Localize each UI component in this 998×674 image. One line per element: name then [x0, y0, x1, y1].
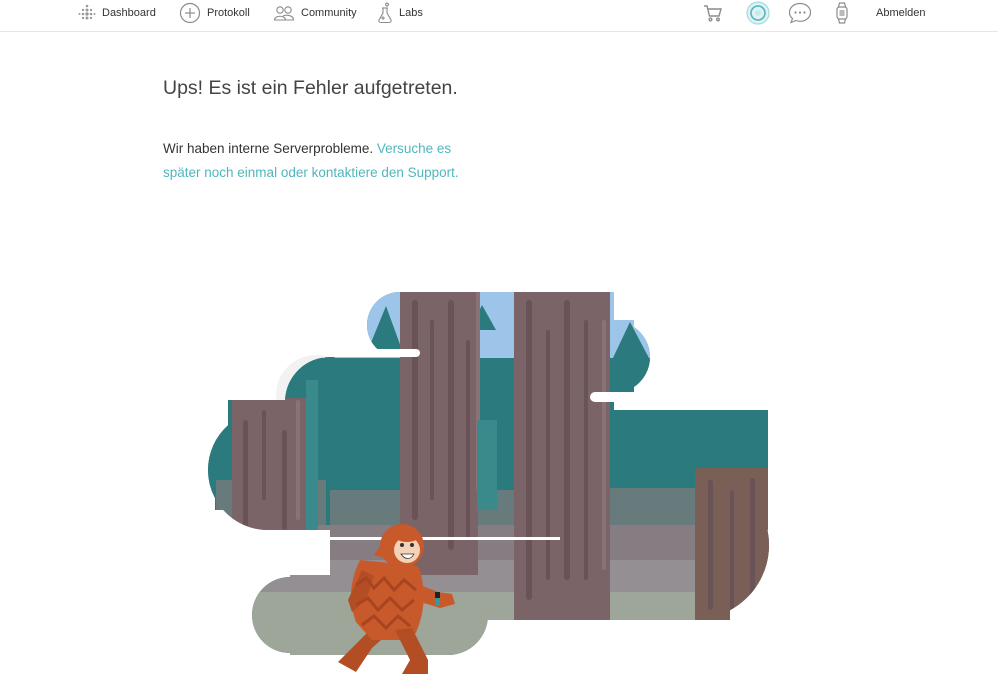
bigfoot-forest-illustration — [208, 292, 769, 674]
